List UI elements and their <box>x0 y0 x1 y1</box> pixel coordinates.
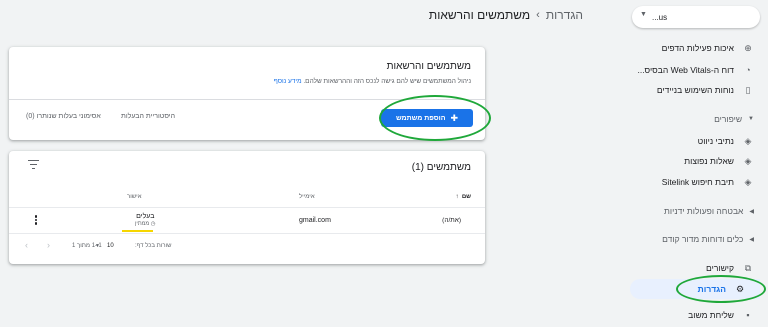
card-title: משתמשים (1) <box>411 162 471 173</box>
divider <box>9 233 485 234</box>
highlight-underline <box>122 230 153 232</box>
breadcrumb-separator: › <box>536 9 540 21</box>
add-circle-icon: ⊕ <box>744 42 752 53</box>
sidebar-section-label: אבטחה ופעולות ידניות <box>664 206 744 216</box>
sidebar-item-core-web-vitals[interactable]: ◔ דוח ה-Web Vitals הבסיס... <box>630 60 768 80</box>
column-header-email[interactable]: אימייל <box>299 194 315 200</box>
highlight-ring <box>379 95 491 141</box>
role-label: בעלים <box>136 213 155 220</box>
network-icon: ⧉ <box>744 262 752 273</box>
sidebar-section-label: שיפורים <box>714 114 743 124</box>
arrow-up-icon: ↑ <box>455 194 461 200</box>
breadcrumb-root[interactable]: הגדרות <box>546 8 583 22</box>
card-title: משתמשים והרשאות <box>386 61 471 72</box>
sidebar-section-enhancements[interactable]: ▼ שיפורים <box>630 110 768 128</box>
page-title: משתמשים והרשאות <box>428 8 531 22</box>
sidebar-item-faq[interactable]: ◈ שאלות נפוצות <box>630 151 768 171</box>
property-name: us... <box>652 13 668 22</box>
column-header-role[interactable]: אישור <box>127 194 141 200</box>
sidebar-item-feedback[interactable]: ▪ שליחת משוב <box>630 305 768 325</box>
sidebar-item-breadcrumbs[interactable]: ◈ נתיבי ניווט <box>630 131 768 151</box>
user-email: gmail.com <box>299 217 331 224</box>
highlight-ring <box>676 275 766 303</box>
chevron-down-icon: ▼ <box>748 116 754 122</box>
chevron-left-icon: ◀ <box>749 236 754 243</box>
sidebar-item-label: תיבת חיפוש Sitelink <box>661 177 734 187</box>
card-description: ניהול המשתמשים שיש להם גישה לנכס הזה והה… <box>274 78 471 85</box>
sidebar-item-label: נתיבי ניווט <box>697 136 734 146</box>
column-label: שם <box>461 194 471 200</box>
learn-more-link[interactable]: מידע נוסף <box>274 78 302 85</box>
user-role: בעלים ◷ ממתין <box>135 213 156 227</box>
sidebar-item-label: קישורים <box>706 263 734 273</box>
breadcrumb: הגדרות › משתמשים והרשאות <box>429 8 583 22</box>
chevron-left-icon: ◀ <box>749 208 754 215</box>
layers-icon: ◈ <box>744 176 752 187</box>
previous-page-icon[interactable]: ‹ <box>47 240 50 250</box>
divider <box>9 207 485 208</box>
sidebar-item-sitelinks-searchbox[interactable]: ◈ תיבת חיפוש Sitelink <box>630 172 768 192</box>
next-page-icon[interactable]: › <box>25 240 28 250</box>
filter-icon[interactable] <box>28 160 39 170</box>
sidebar-section-security[interactable]: ◀ אבטחה ופעולות ידניות <box>630 202 768 220</box>
sidebar-item-page-experience[interactable]: ⊕ איכות פעילות הדפים <box>630 38 768 58</box>
chevron-down-icon: ▼ <box>640 11 647 18</box>
description-text: ניהול המשתמשים שיש להם גישה לנכס הזה והה… <box>303 78 471 85</box>
rows-per-page-label: שורות בכל דף: <box>135 243 172 249</box>
gauge-icon: ◔ <box>745 65 751 75</box>
layers-icon: ◈ <box>744 135 752 146</box>
sidebar-item-label: איכות פעילות הדפים <box>661 43 734 53</box>
layers-icon: ◈ <box>744 155 752 166</box>
sidebar-section-legacy[interactable]: ◀ כלים ודוחות מדור קודם <box>630 230 768 248</box>
phone-icon: ▯ <box>745 84 751 95</box>
user-name: (את/ה) <box>442 217 461 224</box>
sidebar: us... ▼ ⊕ איכות פעילות הדפים ◔ דוח ה-Web… <box>630 0 768 327</box>
sidebar-item-label: נוחות השימוש בניידים <box>656 85 734 95</box>
column-header-name[interactable]: שם ↑ <box>456 194 472 200</box>
sidebar-item-label: שאלות נפוצות <box>684 156 734 166</box>
page-size-select[interactable]: 10 <box>107 243 114 249</box>
page-range: 1–1 מתוך 1 <box>72 243 102 249</box>
property-selector[interactable]: us... ▼ <box>632 6 760 28</box>
more-vert-icon[interactable] <box>33 215 37 226</box>
sidebar-item-links[interactable]: ⧉ קישורים <box>630 258 768 278</box>
users-card: משתמשים (1) שם ↑ אימייל אישור (את/ה) gma… <box>9 151 485 264</box>
status-label: ממתין <box>135 221 150 227</box>
sidebar-section-label: כלים ודוחות מדור קודם <box>662 234 744 244</box>
permissions-card: משתמשים והרשאות ניהול המשתמשים שיש להם ג… <box>9 47 491 141</box>
pending-status: ◷ ממתין <box>135 221 156 227</box>
sidebar-item-mobile-usability[interactable]: ▯ נוחות השימוש בניידים <box>630 80 768 100</box>
clock-icon: ◷ <box>150 221 156 227</box>
ownership-history-tab[interactable]: היסטוריית הבעלות <box>121 113 175 120</box>
feedback-icon: ▪ <box>746 310 750 320</box>
unverified-tokens-tab[interactable]: אסימוני בעלות שנותרו (0) <box>26 113 101 120</box>
sidebar-item-label: שליחת משוב <box>688 310 734 320</box>
sidebar-item-label: דוח ה-Web Vitals הבסיס... <box>637 65 734 75</box>
